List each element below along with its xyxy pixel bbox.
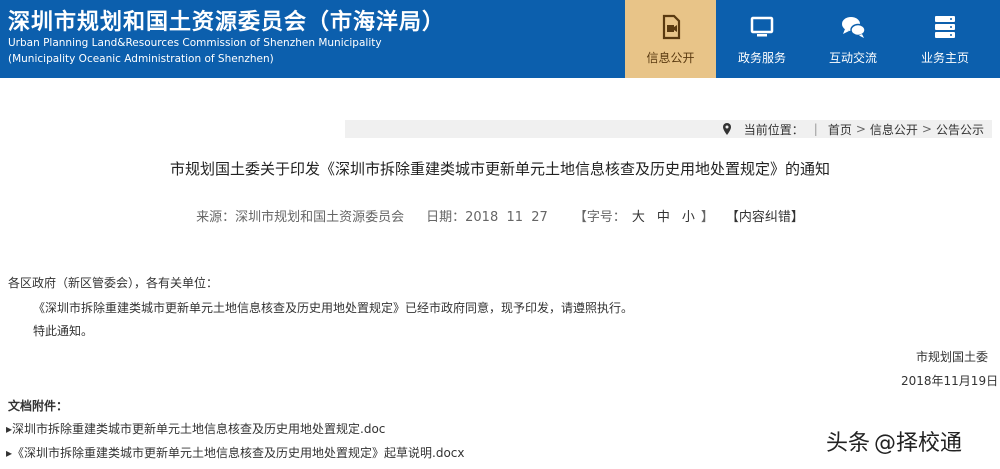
nav-label: 信息公开 [646,50,695,65]
watermark-account: @择校通 [874,431,963,456]
nav-label: 互动交流 [828,50,877,65]
chat-bubbles-icon [842,16,866,38]
source-value: 深圳市规划和国土资源委员会 [235,210,405,225]
breadcrumb-home[interactable]: 首页 [828,121,852,138]
source-label: 来源： [196,210,236,225]
date-info: 日期：2018 11 27 [426,206,548,225]
site-header: 深圳市规划和国土资源委员会（市海洋局） Urban Planning Land&… [0,0,1000,78]
attachments-label: 文档附件： [8,399,69,413]
breadcrumb-label: 当前位置： [743,122,804,137]
sign-date: 2018年11月19日 [901,374,999,388]
signature: 市规划国土委 [916,350,989,364]
attachment-link[interactable]: ▸《深圳市拆除重建类城市更新单元土地信息核查及历史用地处置规定》起草说明.doc… [6,444,465,461]
breadcrumb-separator: > [855,122,866,136]
nav-label: 政务服务 [737,50,786,65]
site-subtitle-en-2: (Municipality Oceanic Administration of … [8,53,274,65]
monitor-icon [750,16,774,36]
font-size-close: 】 [700,210,714,225]
nav-info-public[interactable]: 信息公开 [625,0,716,78]
font-medium-button[interactable]: 中 [657,210,670,225]
source-info: 来源：深圳市规划和国土资源委员会 [196,206,404,225]
nav-label: 业务主页 [920,50,969,65]
content-error-link[interactable]: 【内容纠错】 [726,206,804,225]
font-size-label: 【字号： [573,210,626,225]
nav-interaction[interactable]: 互动交流 [808,0,898,78]
server-icon [935,15,955,38]
date-value: 2018 11 27 [465,210,548,225]
article-title: 市规划国土委关于印发《深圳市拆除重建类城市更新单元土地信息核查及历史用地处置规定… [169,160,830,178]
font-size-control: 【字号： 大中小】 [574,206,714,225]
breadcrumb: 当前位置： | 首页 > 信息公开 > 公告公示 [345,120,992,138]
date-label: 日期： [426,210,466,225]
attachment-link[interactable]: ▸深圳市拆除重建类城市更新单元土地信息核查及历史用地处置规定.doc [6,420,385,437]
salutation: 各区政府（新区管委会），各有关单位： [8,276,219,290]
nav-business-home[interactable]: 业务主页 [898,0,992,78]
breadcrumb-divider: | [813,122,818,136]
document-video-icon [662,14,680,39]
paragraph: 特此通知。 [33,324,94,338]
watermark: 头条 @择校通 [826,425,962,457]
article-meta: 来源：深圳市规划和国土资源委员会 日期：2018 11 27 【字号：大中小】 … [0,206,1000,225]
watermark-brand: 头条 [826,431,871,456]
breadcrumb-separator: > [921,122,932,136]
site-title[interactable]: 深圳市规划和国土资源委员会（市海洋局） [8,4,445,36]
nav-gov-service[interactable]: 政务服务 [716,0,808,78]
font-small-button[interactable]: 小 [682,210,695,225]
breadcrumb-announcement[interactable]: 公告公示 [936,121,984,138]
font-large-button[interactable]: 大 [632,210,645,225]
location-pin-icon [722,123,731,135]
paragraph: 《深圳市拆除重建类城市更新单元土地信息核查及历史用地处置规定》已经市政府同意，现… [33,301,634,315]
breadcrumb-info-public[interactable]: 信息公开 [870,121,918,138]
site-subtitle-en: Urban Planning Land&Resources Commission… [8,37,382,49]
